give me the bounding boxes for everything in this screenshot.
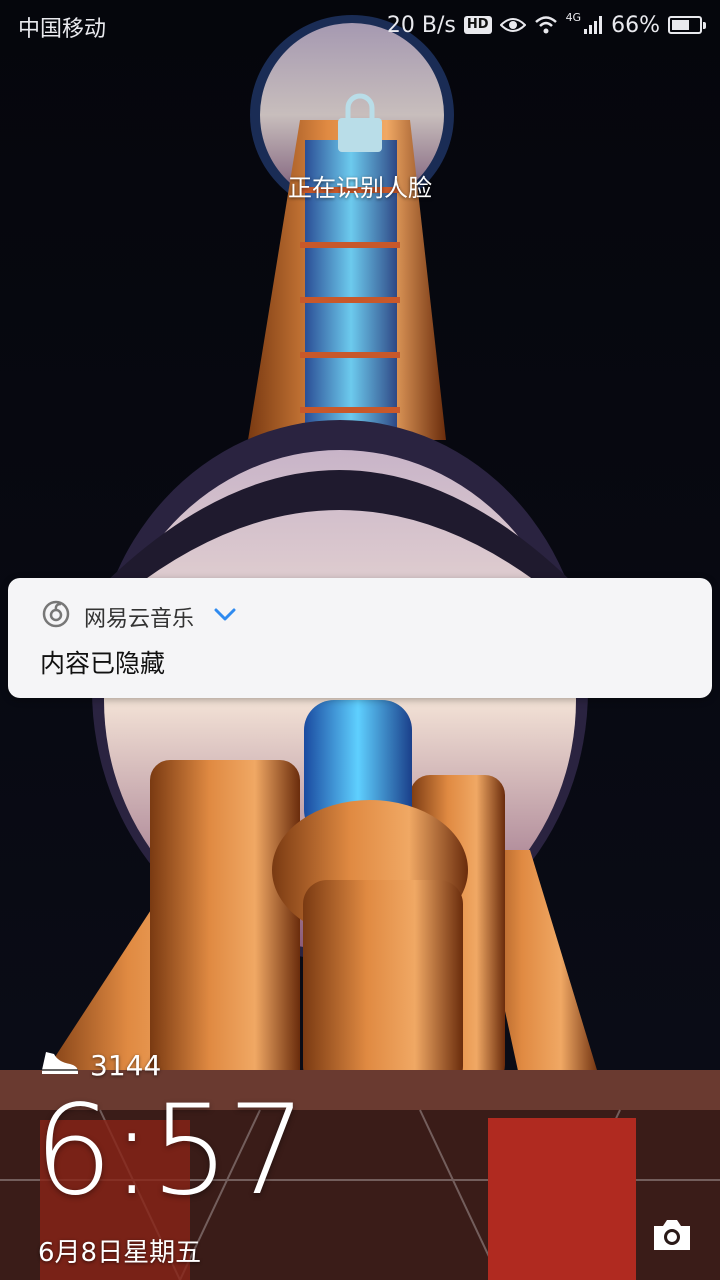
battery-percent: 66% — [611, 12, 660, 38]
network-speed: 20 B/s — [386, 12, 456, 38]
lock-screen-clock: 6:57 — [34, 1079, 306, 1223]
carrier-label: 中国移动 — [18, 17, 107, 42]
notification-content: 内容已隐藏 — [40, 649, 166, 678]
hd-badge: HD — [463, 16, 492, 34]
face-recognition-status: 正在识别人脸 — [288, 174, 432, 202]
notification-app-name: 网易云音乐 — [84, 607, 195, 632]
signal-icon — [584, 16, 603, 34]
status-bar: 中国移动 20 B/s HD 4G 66% — [0, 0, 720, 50]
camera-icon[interactable] — [650, 1216, 694, 1254]
shoe-icon — [42, 1052, 78, 1074]
eye-icon — [499, 18, 526, 32]
netease-music-icon — [42, 600, 70, 628]
battery-icon — [668, 16, 706, 34]
notification-card[interactable] — [8, 578, 712, 698]
battery-level — [672, 20, 689, 30]
chevron-down-icon[interactable] — [214, 608, 236, 622]
wifi-icon — [534, 16, 557, 34]
network-type: 4G — [565, 10, 582, 24]
lock-icon[interactable] — [336, 92, 384, 154]
lock-screen-date: 6月8日星期五 — [38, 1238, 202, 1268]
step-count: 3144 — [90, 1049, 162, 1082]
status-icons: 20 B/s HD 4G 66% — [386, 10, 706, 40]
